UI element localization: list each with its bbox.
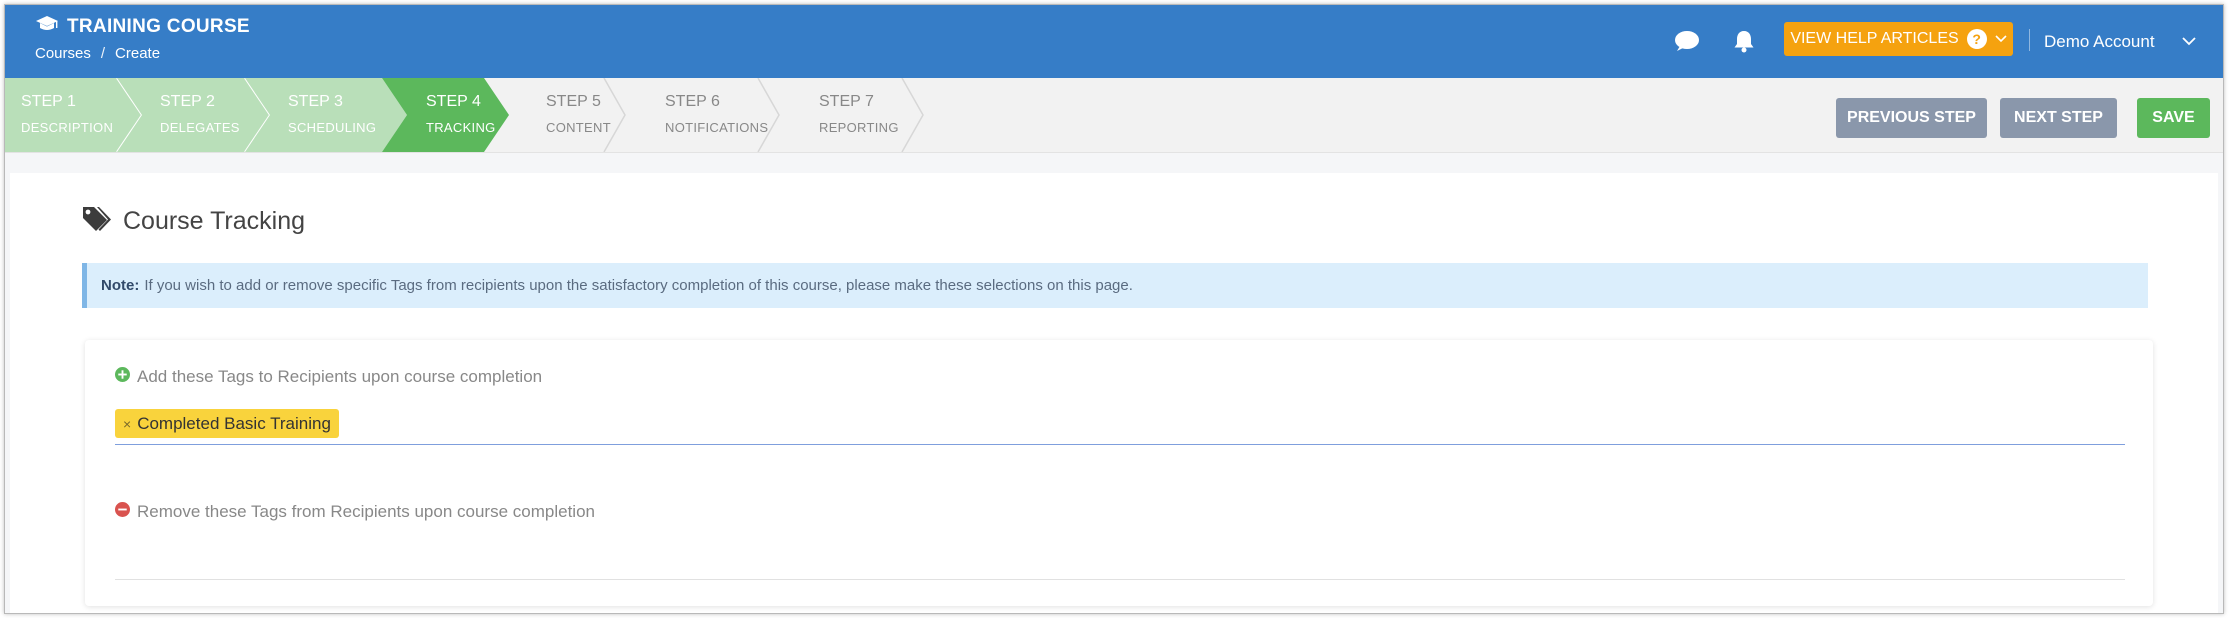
page-header-title: TRAINING COURSE (67, 15, 250, 37)
add-tags-label: Add these Tags to Recipients upon course… (137, 367, 543, 386)
step-2-delegates[interactable]: STEP 2 DELEGATES (150, 78, 260, 152)
breadcrumb: Courses / Create (35, 45, 160, 62)
breadcrumb-courses[interactable]: Courses (35, 45, 91, 62)
step-7-reporting[interactable]: STEP 7 REPORTING (809, 78, 919, 152)
step-1-description[interactable]: STEP 1 DESCRIPTION (11, 78, 121, 152)
add-tags-heading: Add these Tags to Recipients upon course… (115, 367, 542, 387)
help-button-label: VIEW HELP ARTICLES (1790, 30, 1959, 47)
tag-chip-completed-basic-training: × Completed Basic Training (115, 409, 339, 438)
step-4-tracking[interactable]: STEP 4 TRACKING (416, 78, 516, 152)
step-6-label: NOTIFICATIONS (665, 120, 769, 135)
view-help-articles-button[interactable]: VIEW HELP ARTICLES ? (1784, 22, 2013, 56)
step-5-content[interactable]: STEP 5 CONTENT (536, 78, 626, 152)
graduation-cap-icon (35, 15, 59, 38)
bell-icon[interactable] (1733, 29, 1755, 58)
header-divider (2029, 29, 2030, 51)
minus-circle-icon (115, 502, 130, 522)
remove-tags-label: Remove these Tags from Recipients upon c… (137, 502, 595, 521)
step-4-number: STEP 4 (426, 93, 481, 110)
remove-tags-input[interactable] (115, 579, 2125, 580)
note-text: If you wish to add or remove specific Ta… (144, 277, 1133, 294)
section-header: Course Tracking (81, 205, 305, 238)
app-brand: TRAINING COURSE (35, 15, 250, 38)
save-button[interactable]: SAVE (2137, 98, 2210, 138)
remove-tags-heading: Remove these Tags from Recipients upon c… (115, 502, 595, 522)
note-label: Note: (101, 277, 140, 294)
account-chevron-down-icon[interactable] (2182, 33, 2196, 51)
step-6-notifications[interactable]: STEP 6 NOTIFICATIONS (655, 78, 775, 152)
step-1-number: STEP 1 (21, 93, 76, 110)
step-7-number: STEP 7 (819, 93, 874, 110)
account-menu[interactable]: Demo Account (2044, 32, 2155, 52)
remove-tag-icon[interactable]: × (123, 416, 131, 432)
step-6-number: STEP 6 (665, 93, 720, 110)
step-3-number: STEP 3 (288, 93, 343, 110)
step-5-label: CONTENT (546, 120, 611, 135)
plus-circle-icon (115, 367, 130, 387)
breadcrumb-create: Create (115, 45, 161, 62)
info-note: Note: If you wish to add or remove speci… (82, 263, 2148, 308)
app-frame: TRAINING COURSE Courses / Create VIEW HE… (4, 4, 2224, 614)
step-3-label: SCHEDULING (288, 120, 377, 135)
tag-chip-label: Completed Basic Training (137, 413, 331, 433)
step-2-label: DELEGATES (160, 120, 240, 135)
add-tags-input[interactable] (115, 444, 2125, 445)
chat-bubble-icon[interactable] (1674, 30, 1700, 57)
step-5-number: STEP 5 (546, 93, 601, 110)
page-title: Course Tracking (123, 207, 306, 235)
next-step-button[interactable]: NEXT STEP (2000, 98, 2117, 138)
previous-step-button[interactable]: PREVIOUS STEP (1836, 98, 1987, 138)
step-2-number: STEP 2 (160, 93, 215, 110)
question-icon: ? (1966, 29, 1987, 49)
tags-icon (81, 205, 111, 238)
chevron-down-icon (1995, 30, 2007, 48)
breadcrumb-separator: / (100, 45, 106, 62)
step-7-label: REPORTING (819, 120, 899, 135)
top-header: TRAINING COURSE Courses / Create VIEW HE… (5, 5, 2223, 78)
tracking-panel: Add these Tags to Recipients upon course… (85, 340, 2153, 606)
step-1-label: DESCRIPTION (21, 120, 114, 135)
step-4-label: TRACKING (426, 120, 496, 135)
step-3-scheduling[interactable]: STEP 3 SCHEDULING (278, 78, 398, 152)
